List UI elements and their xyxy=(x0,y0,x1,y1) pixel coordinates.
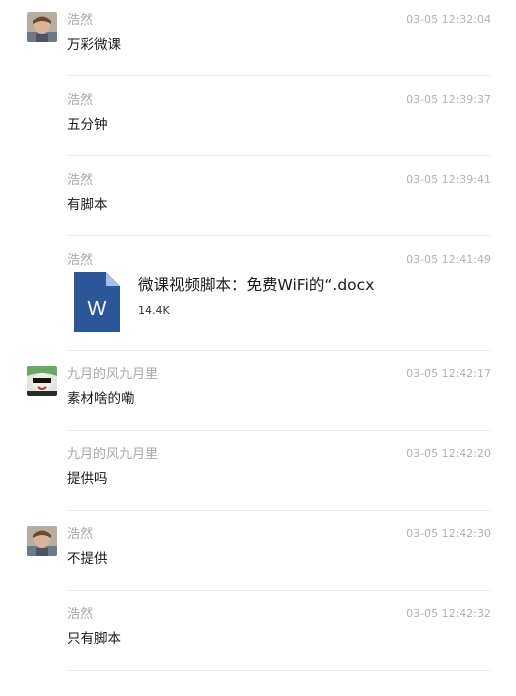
sender-name: 浩然 xyxy=(67,173,94,188)
message-time: 03-05 12:42:32 xyxy=(406,607,491,620)
sender-name: 浩然 xyxy=(67,93,94,108)
message-text[interactable]: 不提供 xyxy=(67,550,108,568)
divider xyxy=(67,670,491,671)
chat-history: 浩然 03-05 12:32:04 万彩微课 浩然 03-05 12:39:37… xyxy=(0,0,516,696)
message-text[interactable]: 有脚本 xyxy=(67,196,108,214)
message-text[interactable]: 五分钟 xyxy=(67,116,108,134)
sender-name: 浩然 xyxy=(67,13,94,28)
message-text[interactable]: 提供吗 xyxy=(67,470,108,488)
word-document-icon[interactable]: W xyxy=(74,272,120,332)
divider xyxy=(67,75,491,76)
message-time: 03-05 12:42:17 xyxy=(406,367,491,380)
message-time: 03-05 12:32:04 xyxy=(406,13,491,26)
file-size: 14.4K xyxy=(138,304,170,317)
divider xyxy=(67,430,491,431)
sender-name: 浩然 xyxy=(67,253,94,268)
avatar[interactable] xyxy=(27,366,57,396)
message-time: 03-05 12:39:37 xyxy=(406,93,491,106)
sender-name: 九月的风九月里 xyxy=(67,447,159,462)
divider xyxy=(67,350,491,351)
message-text[interactable]: 素材啥的嘞 xyxy=(67,390,135,408)
avatar[interactable] xyxy=(27,526,57,556)
file-attachment[interactable]: W 微课视频脚本：免费WiFi的“.docx 14.4K xyxy=(74,272,454,336)
file-name[interactable]: 微课视频脚本：免费WiFi的“.docx xyxy=(138,275,374,295)
message-text[interactable]: 只有脚本 xyxy=(67,630,121,648)
divider xyxy=(67,590,491,591)
sender-name: 九月的风九月里 xyxy=(67,367,159,382)
message-time: 03-05 12:41:49 xyxy=(406,253,491,266)
message-text[interactable]: 万彩微课 xyxy=(67,36,121,54)
divider xyxy=(67,155,491,156)
message-time: 03-05 12:42:30 xyxy=(406,527,491,540)
divider xyxy=(67,510,491,511)
avatar[interactable] xyxy=(27,12,57,42)
sender-name: 浩然 xyxy=(67,527,94,542)
divider xyxy=(67,235,491,236)
message-time: 03-05 12:42:20 xyxy=(406,447,491,460)
word-icon-letter: W xyxy=(88,298,107,320)
sender-name: 浩然 xyxy=(67,607,94,622)
message-time: 03-05 12:39:41 xyxy=(406,173,491,186)
